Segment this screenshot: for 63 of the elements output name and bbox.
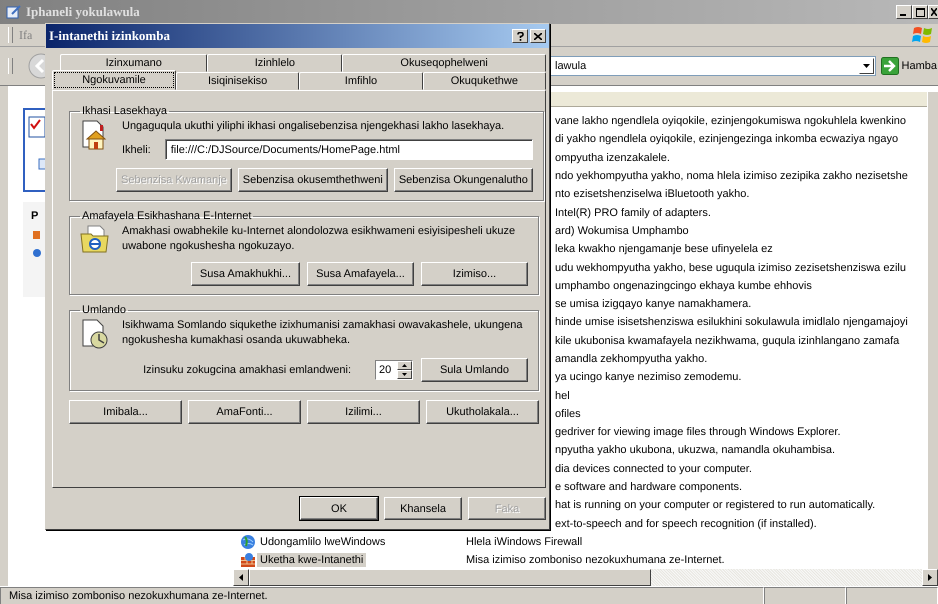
group-label: Ikhasi Lasekhaya (81, 105, 168, 117)
action-button[interactable]: Susa Amakhukhi... (190, 262, 300, 286)
vertical-scrollbar[interactable] (927, 92, 938, 570)
spin-down-icon[interactable] (402, 373, 407, 376)
tab[interactable]: Okuqukethwe (422, 72, 546, 90)
description-text: Amakhasi owabhekile ku-Internet alondolozwa esikhwameni esiyisipesheli ukuze uwabone ngokushesha ngokuzayo. (122, 224, 516, 254)
go-button[interactable]: Hamba (902, 60, 937, 72)
field-label: Izinsuku zokugcina amakhasi emlandweni: (143, 364, 351, 376)
close-icon (534, 32, 542, 40)
address-input[interactable]: file:///C:/DJSource/Documents/HomePage.html (164, 139, 533, 160)
tab[interactable]: Isiqinisekiso (176, 72, 300, 90)
dialog-button[interactable]: Khansela (384, 497, 462, 520)
dropdown-button[interactable] (858, 58, 874, 74)
action-button[interactable]: Sebenzisa okusemthethweni (238, 168, 388, 192)
dialog-button[interactable]: OK (300, 497, 378, 520)
description-text: Isikhwama Somlando siqukethe izixhumanisi zamakhasi owavakashele, ukungena ngokushesha kumakhasi osanda ukuwabheka. (122, 318, 524, 348)
window-title: Iphaneli yokulawula (26, 4, 140, 20)
tab[interactable]: Izinhlelo (207, 54, 342, 72)
page-clock-icon (80, 318, 110, 350)
shapes-icon (31, 230, 41, 240)
action-button[interactable]: Sebenzisa Okungenalutho (394, 168, 533, 192)
maximize-icon (916, 8, 924, 16)
maximize-button[interactable] (912, 5, 928, 19)
folder-icon (80, 224, 110, 254)
dialog-title: I-intanethi izinkomba (49, 28, 170, 44)
group-label: Amafayela Esikhashana E-Internet (81, 210, 252, 222)
help-button[interactable] (512, 29, 528, 43)
close-icon (931, 8, 937, 16)
days-spinbox[interactable]: 20 (375, 360, 413, 380)
panel-heading: P (31, 210, 40, 222)
close-button[interactable] (530, 29, 546, 43)
action-button[interactable]: Imibala... (69, 400, 182, 424)
minimize-button[interactable] (896, 5, 912, 19)
tab[interactable]: Ngokuvamile (52, 70, 176, 90)
scroll-right-icon[interactable] (928, 574, 932, 582)
scroll-left-icon[interactable] (239, 574, 243, 582)
tab[interactable]: Okuseqophelweni (342, 54, 546, 72)
field-label: Ikheli: (122, 144, 151, 156)
flag-logo-icon (912, 25, 934, 45)
tab[interactable]: Imfihlo (299, 72, 423, 90)
caret-icon (862, 64, 870, 68)
checklist-icon (28, 116, 46, 138)
list-item-description: Hlela iWindows Firewall (466, 536, 582, 548)
action-button[interactable]: Susa Amafayela... (307, 262, 414, 286)
action-button[interactable]: Izilimi... (307, 400, 420, 424)
list-item[interactable]: Uketha kwe-Intanethi (257, 553, 366, 568)
control-panel-icon (6, 4, 22, 20)
list-item[interactable]: Udongamlilo lweWindows (257, 534, 388, 549)
group-label: Umlando (81, 304, 128, 316)
description-text: Ungaguqula ukuthi yiliphi ikhasi ongalisebenzisa njengekhasi lakho lasekhaya. (122, 119, 506, 134)
status-text: Misa izimiso zomboniso nezokuxhumana ze-Internet. (0, 587, 764, 604)
question-mark-icon (516, 32, 524, 40)
globe-icon (240, 534, 256, 550)
horizontal-scrollbar[interactable] (233, 569, 938, 586)
action-button[interactable]: Ukutholakala... (426, 400, 539, 424)
action-button[interactable]: Izimiso... (421, 262, 528, 286)
spin-up-icon[interactable] (402, 364, 407, 367)
action-button[interactable]: Sula Umlando (421, 358, 528, 382)
globe-icon (31, 248, 41, 258)
brick-wall-icon (240, 552, 256, 568)
list-item-description: Misa izimiso zomboniso nezokuxhumana ze-Internet. (466, 554, 725, 566)
action-button[interactable]: AmaFonti... (188, 400, 301, 424)
close-button[interactable] (928, 5, 938, 19)
